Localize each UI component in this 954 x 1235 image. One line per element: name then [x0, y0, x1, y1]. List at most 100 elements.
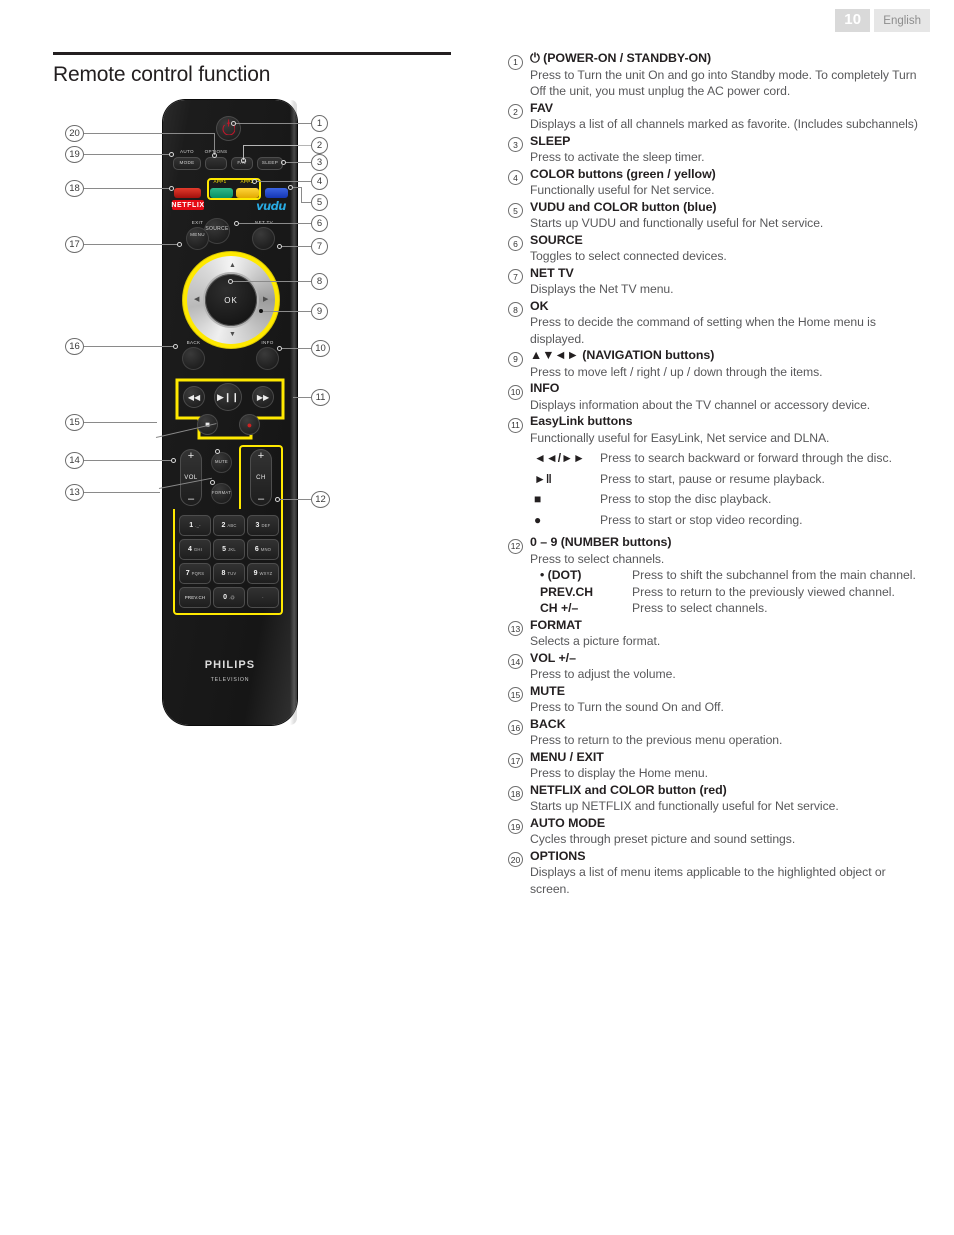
- legend-title-16: BACK: [530, 716, 566, 731]
- nav-left-icon[interactable]: ◀: [194, 296, 199, 303]
- color-button-blue[interactable]: [265, 188, 288, 198]
- nav-right-icon[interactable]: ▶: [263, 296, 268, 303]
- leader-10: [281, 348, 311, 349]
- callout-4: 4: [311, 173, 328, 190]
- record-button[interactable]: ●: [239, 414, 260, 435]
- easylink-key-stop: ■: [534, 492, 542, 506]
- easylink-key-rewind: ◄◄/►►: [534, 451, 585, 465]
- power-button[interactable]: [216, 116, 241, 141]
- legend-desc-7: Displays the Net TV menu.: [530, 282, 674, 296]
- legend-desc-8: Press to decide the command of setting w…: [530, 315, 876, 346]
- fast-forward-button[interactable]: ▶▶: [252, 386, 274, 408]
- key-8[interactable]: 8 TUV: [213, 563, 245, 584]
- key-9[interactable]: 9 WXYZ: [247, 563, 279, 584]
- options-button[interactable]: [205, 157, 227, 170]
- leader-dot-13: [210, 480, 215, 485]
- key-dot[interactable]: ·: [247, 587, 279, 608]
- leader-15: [84, 422, 157, 423]
- number-button-rows: • (DOT) Press to shift the subchannel fr…: [530, 567, 920, 617]
- legend-item-14: 14 VOL +/– Press to adjust the volume.: [508, 650, 920, 683]
- leader-5: [301, 202, 311, 203]
- leader-12: [279, 499, 311, 500]
- legend-number-18: 18: [508, 782, 530, 815]
- legend-desc-12: Press to select channels.: [530, 551, 665, 566]
- key-1[interactable]: 1 ._-: [179, 515, 211, 536]
- leader-dot-10: [277, 346, 282, 351]
- leader-1: [235, 123, 311, 124]
- legend-item-11: 11 EasyLink buttons Functionally useful …: [508, 413, 920, 528]
- callout-12: 12: [311, 491, 330, 508]
- callout-5: 5: [311, 194, 328, 211]
- leader-2: [243, 145, 311, 146]
- easylink-key-play: ►‖: [534, 471, 552, 486]
- exit-label: EXIT: [191, 220, 204, 225]
- leader-dot-2: [241, 158, 246, 163]
- callout-8: 8: [311, 273, 328, 290]
- rewind-button[interactable]: ◀◀: [183, 386, 205, 408]
- legend-title-19: AUTO MODE: [530, 815, 606, 830]
- key-6[interactable]: 6 MNO: [247, 539, 279, 560]
- legend-title-4: COLOR buttons (green / yellow): [530, 166, 716, 181]
- legend-item-16: 16 BACK Press to return to the previous …: [508, 716, 920, 749]
- number-value-prevch: Press to return to the previously viewed…: [632, 584, 895, 599]
- netflix-label: NETFLIX: [171, 201, 205, 209]
- back-button[interactable]: [182, 347, 205, 370]
- legend-number-9: 9: [508, 347, 530, 380]
- legend-desc-5: Starts up VUDU and functionally useful f…: [530, 216, 824, 230]
- callout-19: 19: [65, 146, 84, 163]
- legend-title-15: MUTE: [530, 683, 565, 698]
- number-row-dot: • (DOT) Press to shift the subchannel fr…: [530, 567, 920, 584]
- volume-rocker[interactable]: + VOL –: [180, 449, 202, 506]
- auto-label: AUTO: [180, 149, 194, 154]
- callout-20: 20: [65, 125, 84, 142]
- callout-2: 2: [311, 137, 328, 154]
- callout-13: 13: [65, 484, 84, 501]
- leader-3: [285, 162, 311, 163]
- info-button[interactable]: [256, 347, 279, 370]
- legend-item-12: 12 0 – 9 (NUMBER buttons) Press to selec…: [508, 534, 920, 617]
- legend-item-3: 3 SLEEP Press to activate the sleep time…: [508, 133, 920, 166]
- navigation-ring[interactable]: ▲ ▼ ◀ ▶ OK: [183, 252, 279, 348]
- callout-16: 16: [65, 338, 84, 355]
- number-row-prevch: PREV.CH Press to return to the previousl…: [530, 584, 920, 601]
- color-button-green[interactable]: [210, 188, 233, 198]
- legend-desc-4: Functionally useful for Net service.: [530, 183, 715, 197]
- color-button-red[interactable]: [174, 188, 201, 198]
- channel-rocker[interactable]: + CH –: [250, 449, 272, 506]
- legend-desc-10: Displays information about the TV channe…: [530, 397, 871, 412]
- leader-dot-20: [212, 153, 217, 158]
- leader-dot-15: [215, 449, 220, 454]
- key-2[interactable]: 2 ABC: [213, 515, 245, 536]
- legend-item-18: 18 NETFLIX and COLOR button (red) Starts…: [508, 782, 920, 815]
- page-language: English: [874, 9, 930, 32]
- legend-title-9: ▲▼◄► (NAVIGATION buttons): [530, 348, 715, 362]
- leader-9: [263, 311, 311, 312]
- key-5[interactable]: 5 JKL: [213, 539, 245, 560]
- legend-desc-11: Functionally useful for EasyLink, Net se…: [530, 430, 830, 445]
- callout-1: 1: [311, 115, 328, 132]
- easylink-row-rewind: ◄◄/►► Press to search backward or forwar…: [530, 450, 920, 467]
- leader-dot-4: [252, 179, 257, 184]
- menu-exit-button[interactable]: [186, 227, 209, 250]
- legend-title-1: ⏻ (POWER-ON / STANDBY-ON): [530, 51, 712, 65]
- key-0[interactable]: 0 .@: [213, 587, 245, 608]
- vudu-label: vudu: [256, 199, 286, 213]
- color-button-yellow[interactable]: [236, 188, 259, 198]
- leader-4: [256, 181, 311, 182]
- netflix-button[interactable]: NETFLIX: [171, 200, 205, 210]
- net-tv-button[interactable]: [252, 227, 275, 250]
- legend-item-19: 19 AUTO MODE Cycles through preset pictu…: [508, 815, 920, 848]
- nav-down-icon[interactable]: ▼: [229, 331, 236, 338]
- legend-number-10: 10: [508, 380, 530, 413]
- nav-up-icon[interactable]: ▲: [229, 262, 236, 269]
- callout-3: 3: [311, 154, 328, 171]
- key-7[interactable]: 7 PQRS: [179, 563, 211, 584]
- key-3[interactable]: 3 DEF: [247, 515, 279, 536]
- key-prev-ch[interactable]: PREV.CH: [179, 587, 211, 608]
- callout-6: 6: [311, 215, 328, 232]
- legend-title-2: FAV: [530, 100, 554, 115]
- play-pause-button[interactable]: ▶❙❙: [214, 383, 242, 411]
- key-4[interactable]: 4 GHI: [179, 539, 211, 560]
- legend-title-17: MENU / EXIT: [530, 749, 604, 764]
- page-title: Remote control function: [53, 63, 271, 86]
